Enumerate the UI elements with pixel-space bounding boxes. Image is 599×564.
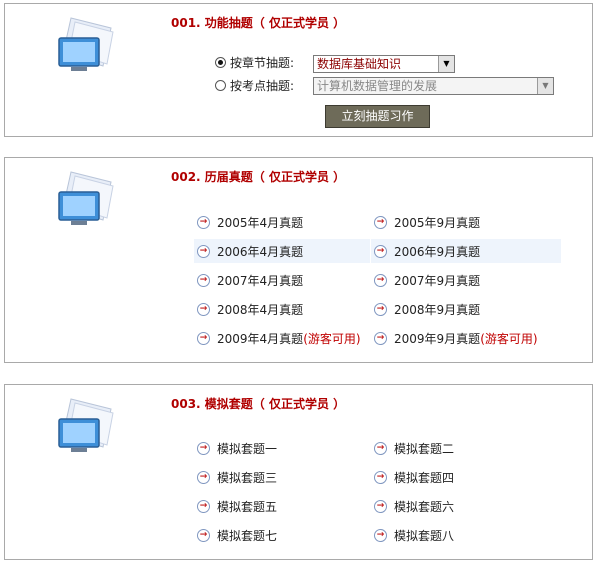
section-title: 003. 模拟套题（ 仅正式学员 ） <box>171 397 346 411</box>
chevron-down-icon[interactable]: ▼ <box>537 78 553 94</box>
exam-link[interactable]: → 2005年4月真题 <box>194 210 370 234</box>
radio-chapter-label: 按章节抽题: <box>230 55 295 70</box>
circle-arrow-right-icon: → <box>197 441 210 455</box>
circle-arrow-right-icon: → <box>374 273 387 287</box>
radio-topic-option[interactable]: 按考点抽题: <box>215 75 294 95</box>
panel-mock-tests: 003. 模拟套题（ 仅正式学员 ） → 模拟套题一 → 模拟套题二 → 模拟套… <box>4 384 593 560</box>
circle-arrow-right-icon: → <box>197 470 210 484</box>
mock-test-link[interactable]: → 模拟套题二 <box>371 436 561 460</box>
circle-arrow-right-icon: → <box>197 528 210 542</box>
circle-arrow-right-icon: → <box>197 273 210 287</box>
exam-link[interactable]: → 2008年4月真题 <box>194 297 370 321</box>
start-draw-button[interactable]: 立刻抽题习作 <box>325 105 430 128</box>
mock-test-link[interactable]: → 模拟套题六 <box>371 494 561 518</box>
topic-select[interactable]: 计算机数据管理的发展 ▼ <box>313 77 554 95</box>
exam-link[interactable]: → 2009年4月真题 (游客可用) <box>194 326 370 350</box>
panel-past-exams: 002. 历届真题（ 仅正式学员 ） → 2005年4月真题 → 2005年9月… <box>4 157 593 363</box>
radio-topic-label: 按考点抽题: <box>230 78 295 93</box>
circle-arrow-right-icon: → <box>374 528 387 542</box>
section-title: 002. 历届真题（ 仅正式学员 ） <box>171 170 346 184</box>
exam-link[interactable]: → 2005年9月真题 <box>371 210 561 234</box>
exam-link[interactable]: → 2007年9月真题 <box>371 268 561 292</box>
circle-arrow-right-icon: → <box>197 215 210 229</box>
circle-arrow-right-icon: → <box>197 302 210 316</box>
circle-arrow-right-icon: → <box>374 331 387 345</box>
exam-link[interactable]: → 2007年4月真题 <box>194 268 370 292</box>
exam-link[interactable]: → 2006年9月真题 <box>371 239 561 263</box>
radio-chapter[interactable] <box>215 56 226 68</box>
circle-arrow-right-icon: → <box>374 302 387 316</box>
mock-test-link[interactable]: → 模拟套题七 <box>194 523 370 547</box>
mock-test-link[interactable]: → 模拟套题一 <box>194 436 370 460</box>
chevron-down-icon[interactable]: ▼ <box>438 56 454 72</box>
circle-arrow-right-icon: → <box>374 499 387 513</box>
exam-link[interactable]: → 2006年4月真题 <box>194 239 370 263</box>
mock-test-link[interactable]: → 模拟套题八 <box>371 523 561 547</box>
mock-test-link[interactable]: → 模拟套题四 <box>371 465 561 489</box>
radio-chapter-option[interactable]: 按章节抽题: <box>215 52 294 72</box>
panel-function-draw: 001. 功能抽题（ 仅正式学员 ） 按章节抽题: 数据库基础知识 ▼ 按考点抽… <box>4 3 593 137</box>
chapter-select-value: 数据库基础知识 <box>317 57 402 71</box>
chapter-select[interactable]: 数据库基础知识 ▼ <box>313 55 455 73</box>
circle-arrow-right-icon: → <box>374 215 387 229</box>
radio-topic[interactable] <box>215 79 226 91</box>
computer-monitor-icon <box>58 171 114 225</box>
guest-available-note: (游客可用) <box>480 331 538 346</box>
circle-arrow-right-icon: → <box>197 244 210 258</box>
exam-link[interactable]: → 2009年9月真题 (游客可用) <box>371 326 561 350</box>
mock-test-link[interactable]: → 模拟套题三 <box>194 465 370 489</box>
mock-test-link[interactable]: → 模拟套题五 <box>194 494 370 518</box>
circle-arrow-right-icon: → <box>197 499 210 513</box>
circle-arrow-right-icon: → <box>374 441 387 455</box>
exam-link[interactable]: → 2008年9月真题 <box>371 297 561 321</box>
circle-arrow-right-icon: → <box>374 470 387 484</box>
circle-arrow-right-icon: → <box>374 244 387 258</box>
section-title: 001. 功能抽题（ 仅正式学员 ） <box>171 16 346 30</box>
computer-monitor-icon <box>58 398 114 452</box>
circle-arrow-right-icon: → <box>197 331 210 345</box>
guest-available-note: (游客可用) <box>303 331 361 346</box>
topic-select-value: 计算机数据管理的发展 <box>317 79 438 93</box>
computer-monitor-icon <box>58 17 114 71</box>
